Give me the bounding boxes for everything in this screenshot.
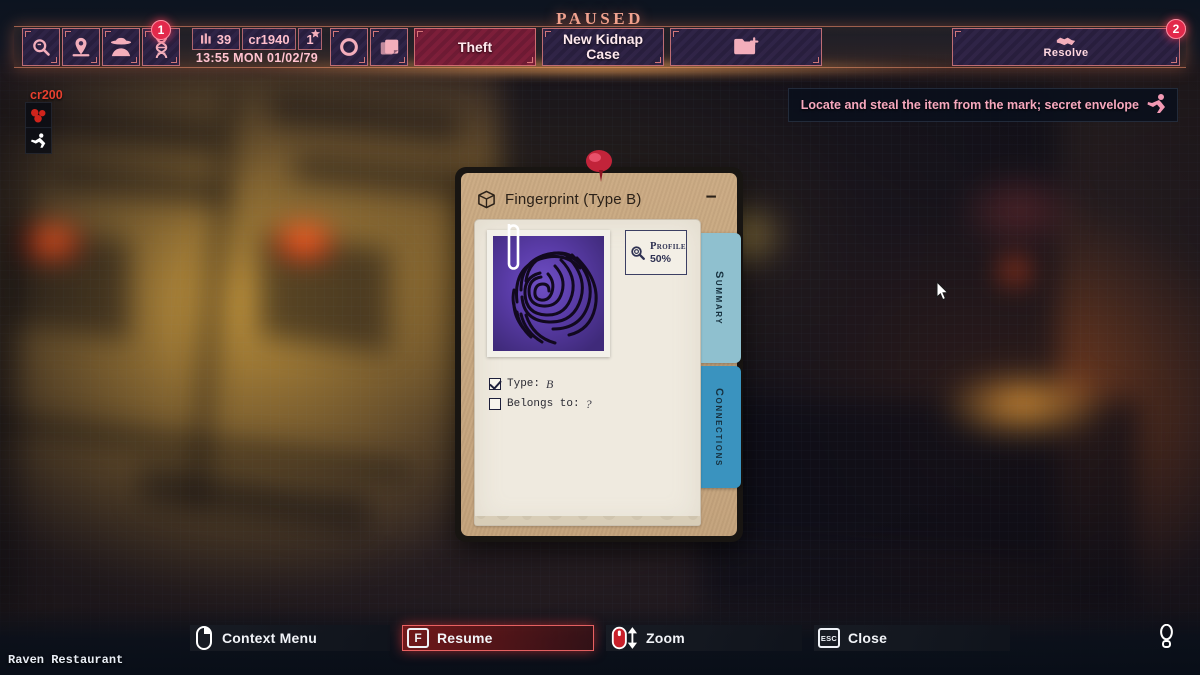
map-tool-button[interactable] [62, 28, 100, 66]
money-stat: cr1940 [242, 28, 296, 50]
tool-icon-group: 1 [22, 20, 180, 66]
fact-value: B [546, 376, 554, 391]
profile-percent: 50% [649, 252, 671, 265]
mouse-cursor [936, 280, 949, 306]
fingerprint-photo-frame[interactable] [487, 222, 610, 357]
new-folder-icon [734, 37, 759, 55]
card-titlebar[interactable]: Fingerprint (Type B) [477, 187, 723, 211]
fact-label: Belongs to: [507, 398, 580, 410]
thief-icon [1147, 94, 1165, 113]
sneak-icon [30, 133, 45, 148]
fact-label: Type: [507, 378, 541, 390]
fact-value: ? [585, 396, 592, 411]
location-label: Raven Restaurant [8, 653, 124, 667]
hint-zoom[interactable]: Zoom [606, 625, 802, 651]
ring-tool-button[interactable] [330, 28, 368, 66]
bottom-bar-backdrop [0, 607, 1200, 675]
rank-stat: 1 [298, 28, 322, 50]
tab-connections[interactable]: Connections [697, 366, 741, 488]
health-stat: 39 [192, 28, 240, 50]
health-value: 39 [216, 31, 232, 47]
card-board: Fingerprint (Type B) − Summary Connectio… [461, 173, 741, 536]
profile-label: Profile [649, 240, 686, 252]
blood-drop-icon [31, 108, 46, 123]
case-button-theft[interactable]: Theft [414, 28, 536, 66]
evidence-facts-list: Type: B Belongs to: ? [489, 374, 689, 414]
search-icon [32, 38, 50, 56]
card-tabs: Summary Connections [697, 233, 741, 491]
handshake-icon [1056, 37, 1076, 46]
mouse-right-icon [196, 626, 212, 650]
new-case-button[interactable] [670, 28, 822, 66]
hint-label: Context Menu [222, 630, 317, 646]
evidence-card-window[interactable]: Fingerprint (Type B) − Summary Connectio… [455, 150, 743, 542]
profile-completion-box[interactable]: Profile 50% [625, 230, 687, 275]
search-tool-button[interactable] [22, 28, 60, 66]
fact-row[interactable]: Belongs to: ? [489, 394, 689, 414]
secondary-icon-group [330, 28, 408, 66]
dna-notification-badge: 1 [151, 20, 171, 40]
mouse-wheel-icon [611, 626, 638, 650]
hint-label: Resume [437, 630, 493, 646]
card-paper-sheet: Profile 50% Type: B Belongs to: ? [474, 219, 701, 526]
hint-label: Zoom [646, 630, 685, 646]
pin-icon[interactable] [581, 149, 617, 183]
notes-tool-button[interactable] [370, 28, 408, 66]
game-clock: 13:55 MON 01/02/79 [195, 51, 319, 65]
map-pin-icon [72, 37, 90, 57]
keycap-esc[interactable]: ESC [818, 628, 840, 648]
sneak-state-indicator [25, 127, 52, 154]
tab-summary[interactable]: Summary [697, 233, 741, 363]
paperclip-icon [505, 222, 522, 278]
footprint-indicator [1159, 623, 1174, 655]
detective-icon [110, 37, 132, 57]
objective-banner: Locate and steal the item from the mark;… [787, 88, 1178, 122]
footprint-icon [1160, 623, 1173, 648]
bottom-hint-bar [0, 607, 1200, 675]
keycap-f[interactable]: F [407, 628, 429, 648]
hint-label: Close [848, 630, 888, 646]
hint-context-menu[interactable]: Context Menu [190, 625, 390, 651]
ring-icon [340, 38, 358, 56]
evidence-box-icon [478, 190, 495, 208]
resolve-button[interactable]: 2 Resolve [952, 19, 1186, 66]
objective-text: Locate and steal the item from the mark;… [800, 98, 1139, 112]
hint-close[interactable]: ESC Close [814, 625, 1010, 651]
card-title: Fingerprint (Type B) [505, 190, 642, 208]
resolve-notification-badge: 2 [1166, 19, 1186, 39]
minimize-button[interactable]: − [703, 188, 719, 207]
fact-checkbox-type[interactable] [489, 378, 501, 390]
magnifier-icon [631, 245, 645, 260]
top-hud-bar: PAUSED 1 39 cr1940 1 13:55 MON 01/02/79 … [0, 0, 1200, 82]
player-stats-cluster: 39 cr1940 1 13:55 MON 01/02/79 [192, 28, 322, 66]
game-screen: PAUSED 1 39 cr1940 1 13:55 MON 01/02/79 … [0, 0, 1200, 675]
case-button-new-kidnap[interactable]: New Kidnap Case [542, 28, 664, 66]
paper-torn-edge [475, 516, 700, 525]
star-icon [311, 29, 320, 38]
notes-icon [380, 39, 398, 54]
detective-tool-button[interactable] [102, 28, 140, 66]
player-money-label: cr200 [30, 88, 63, 102]
dna-tool-button[interactable]: 1 [142, 20, 180, 66]
fact-row[interactable]: Type: B [489, 374, 689, 394]
fact-checkbox-belongs-to[interactable] [489, 398, 501, 410]
hint-resume[interactable]: F Resume [402, 625, 594, 651]
health-bars-icon [200, 33, 211, 44]
blood-money-indicator [25, 102, 52, 129]
